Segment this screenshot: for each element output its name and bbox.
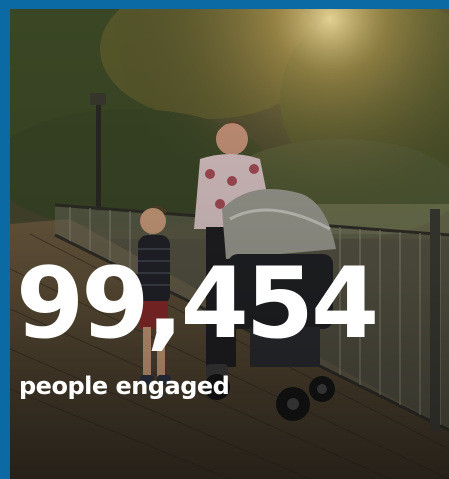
stat-label: people engaged bbox=[19, 372, 230, 400]
stat-card: 99,454 people engaged bbox=[0, 0, 449, 479]
photo-illustration bbox=[10, 9, 449, 479]
stat-value: 99,454 bbox=[16, 247, 379, 361]
background-photo bbox=[10, 9, 449, 479]
